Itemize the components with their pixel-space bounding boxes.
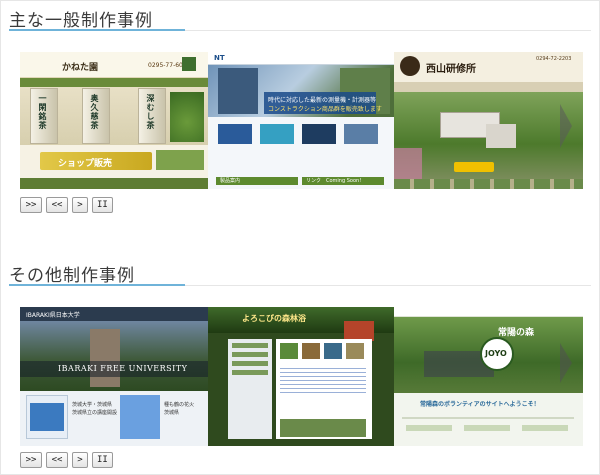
last-slide-button[interactable]: >> [20,452,42,468]
product-thumb-2 [260,124,294,144]
content-divider [402,417,574,419]
tea-label-1: 一閑銘茶 [38,94,48,130]
center-name: 西山研修所 [426,64,476,75]
product-thumb-1 [218,124,252,144]
link-item-1[interactable] [406,425,452,431]
thumb-4 [346,343,364,359]
menu-item-1[interactable] [232,343,268,348]
first-slide-button[interactable]: << [46,197,68,213]
center-phone: 0294-72-2203 [536,56,572,62]
collage-tile-1 [218,68,258,114]
torii-photo [344,321,374,341]
pause-button[interactable]: II [92,452,113,468]
shop-name: かねた園 [62,63,99,73]
people-photo [394,148,422,179]
card-text-2: 種も鶴の花火 茨城県 [164,402,195,416]
section-title: その他制作事例 [9,266,135,286]
thumbnail-strip [394,179,583,189]
survey-logo: NT [214,54,225,62]
tea-label-2: 奥久慈茶 [90,94,100,130]
qr-badge [182,57,196,71]
slide-header [208,52,394,65]
last-slide-button[interactable]: >> [20,197,42,213]
joyo-welcome: 常陽森のボランティアのサイトへようこそ！ [420,401,540,408]
logo-mark [400,56,420,76]
card-text-1: 茨城大学・茨城県 茨城県立の講座開設 [72,402,118,416]
tower-shape [90,329,120,387]
menu-item-4[interactable] [232,370,268,375]
product-thumb-4 [344,124,378,144]
headline-line-2: コンストラクション商品群を販売致します [268,106,382,113]
slide-joyo[interactable]: 常陽の森 JOYO 常陽森のボランティアのサイトへようこそ！ [394,307,583,446]
slide-forest[interactable]: よろこびの森林浴 [208,307,394,446]
thumb-1 [280,343,298,359]
card-image-2 [120,395,160,439]
highlight-button[interactable] [454,162,494,172]
forest-header: よろこびの森林浴 [242,314,306,323]
tea-leaves-image [170,92,204,142]
pause-button[interactable]: II [92,197,113,213]
slide-training-center[interactable]: 西山研修所 0294-72-2203 [394,52,583,189]
section-divider-accent [9,284,185,286]
shop-button-label: ショップ販売 [58,159,113,169]
joyo-badge-text: JOYO [485,349,507,358]
slider-controls: >> << > II [20,197,113,213]
next-slide-button[interactable]: > [72,197,88,213]
footer-bar [20,178,208,189]
section-title: 主な一般制作事例 [9,11,153,31]
headline-line-1: 時代に対応した最新の測量機・計測器等 [268,97,377,104]
nav-bar [20,78,208,87]
next-slide-button[interactable]: > [72,452,88,468]
slide-tea-shop[interactable]: かねた園 0295-77-6011 一閑銘茶 奥久慈茶 深むし茶 ショップ販売 [20,52,208,189]
tea-label-3: 深むし茶 [146,94,156,130]
other-works-slider[interactable]: IBARAKI県日本大学 IBARAKI FREE UNIVERSITY 茨城大… [20,307,583,446]
thumb-2 [302,343,320,359]
banner-links-label: リンク Coming Soon! [306,178,362,184]
next-arrow-icon[interactable] [560,104,572,148]
footer-photos [280,419,366,437]
first-slide-button[interactable]: << [46,452,68,468]
menu-item-2[interactable] [232,352,268,357]
slider-controls: >> << > II [20,452,113,468]
banner-products-label: 製品案内 [220,178,241,184]
tea-field-image [156,150,204,170]
card-thumb-1 [30,403,64,431]
university-header: IBARAKI県日本大学 [26,312,80,319]
link-item-3[interactable] [522,425,568,431]
news-list [280,365,366,393]
nav-bar [394,82,583,92]
menu-item-3[interactable] [232,361,268,366]
section-divider-accent [9,29,185,31]
works-slider[interactable]: かねた園 0295-77-6011 一閑銘茶 奥久慈茶 深むし茶 ショップ販売 … [20,52,583,189]
next-arrow-icon[interactable] [560,343,572,383]
slide-header [394,307,583,317]
university-banner: IBARAKI FREE UNIVERSITY [58,364,188,373]
building-shape-2 [486,124,516,148]
link-item-2[interactable] [464,425,510,431]
joyo-headline: 常陽の森 [498,328,535,338]
thumb-3 [324,343,342,359]
product-thumb-3 [302,124,336,144]
slide-survey-equipment[interactable]: NT 時代に対応した最新の測量機・計測器等 コンストラクション商品群を販売致しま… [208,52,394,189]
slide-university[interactable]: IBARAKI県日本大学 IBARAKI FREE UNIVERSITY 茨城大… [20,307,208,446]
